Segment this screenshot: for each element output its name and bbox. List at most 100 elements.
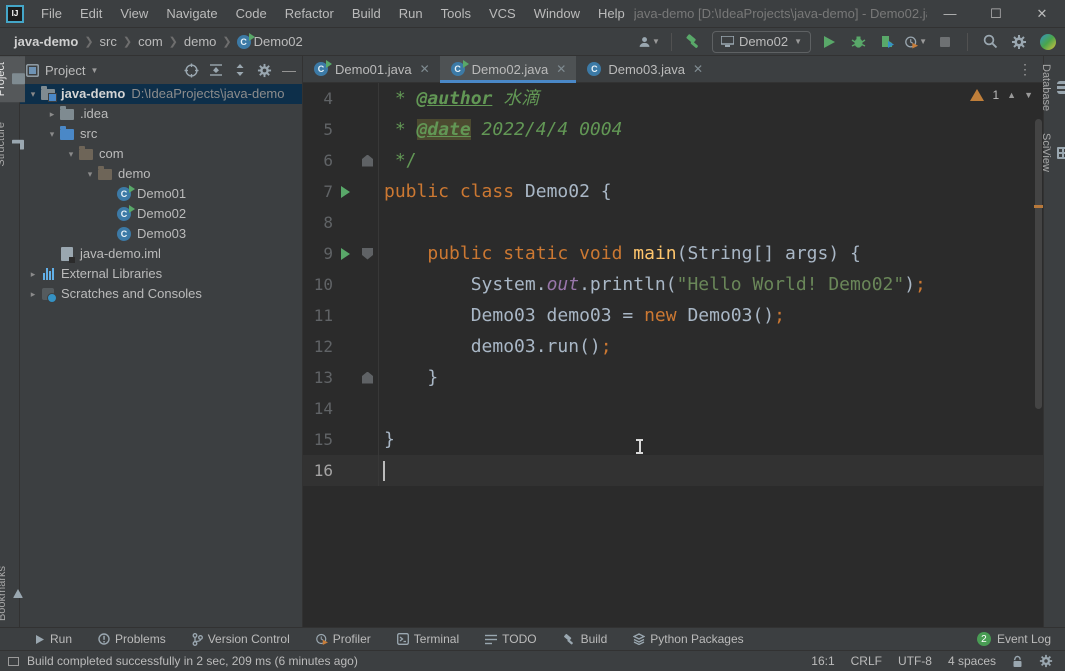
breadcrumb-item-java-demo[interactable]: java-demo	[12, 34, 80, 49]
toolwindow-build[interactable]: Build	[563, 632, 608, 646]
editor-scrollbar[interactable]	[1034, 83, 1043, 627]
menu-help[interactable]: Help	[589, 0, 634, 28]
menu-tools[interactable]: Tools	[432, 0, 480, 28]
fold-marker-icon[interactable]	[357, 238, 379, 269]
breadcrumb-item-demo[interactable]: demo	[182, 34, 219, 49]
close-button[interactable]: ✕	[1019, 0, 1065, 28]
chevron-expanded-icon[interactable]: ▾	[26, 84, 40, 104]
tree-item-demo03[interactable]: CDemo03	[20, 224, 302, 244]
menu-code[interactable]: Code	[227, 0, 276, 28]
collapse-all-icon[interactable]	[233, 63, 247, 77]
menu-run[interactable]: Run	[390, 0, 432, 28]
chevron-collapsed-icon[interactable]: ▸	[26, 284, 40, 304]
breadcrumb-item-src[interactable]: src	[98, 34, 119, 49]
tab-demo01-java[interactable]: CDemo01.java✕	[303, 56, 440, 82]
tree-item-demo02[interactable]: CDemo02	[20, 204, 302, 224]
toolwindow-terminal[interactable]: Terminal	[397, 632, 459, 646]
build-hammer-icon[interactable]	[683, 31, 705, 53]
code-line-14[interactable]: 14	[303, 393, 1043, 424]
menu-edit[interactable]: Edit	[71, 0, 111, 28]
line-ending[interactable]: CRLF	[851, 654, 882, 668]
file-encoding[interactable]: UTF-8	[898, 654, 932, 668]
toolwindow-version-control[interactable]: Version Control	[192, 632, 290, 646]
code-line-16[interactable]: 16	[303, 455, 1043, 486]
scrollbar-thumb[interactable]	[1035, 119, 1042, 409]
sidebar-item-project[interactable]: Project	[0, 56, 25, 102]
code-line-9[interactable]: 9 public static void main(String[] args)…	[303, 238, 1043, 269]
status-message[interactable]: Build completed successfully in 2 sec, 2…	[27, 654, 358, 668]
run-button[interactable]	[818, 31, 840, 53]
chevron-expanded-icon[interactable]: ▾	[45, 124, 59, 144]
minimize-button[interactable]: —	[927, 0, 973, 28]
debug-button[interactable]	[847, 31, 869, 53]
code-line-10[interactable]: 10 System.out.println("Hello World! Demo…	[303, 269, 1043, 300]
code-line-7[interactable]: 7public class Demo02 {	[303, 176, 1043, 207]
fold-marker-icon[interactable]	[357, 145, 379, 176]
run-configuration-select[interactable]: Demo02 ▼	[712, 31, 811, 53]
prev-problem-icon[interactable]: ▲	[1007, 90, 1016, 100]
hide-panel-icon[interactable]: —	[282, 62, 296, 78]
highlight-level-gear-icon[interactable]	[1039, 654, 1053, 668]
code-with-me-avatar-icon[interactable]	[1037, 31, 1059, 53]
locate-file-icon[interactable]	[184, 63, 199, 78]
toolwindow-profiler[interactable]: Profiler	[316, 632, 371, 646]
expand-all-icon[interactable]	[209, 63, 223, 77]
toolwindow-python-packages[interactable]: Python Packages	[633, 632, 743, 646]
toolwindow-problems[interactable]: Problems	[98, 632, 166, 646]
tree-item-com[interactable]: ▾com	[20, 144, 302, 164]
tree-item-src[interactable]: ▾src	[20, 124, 302, 144]
settings-gear-icon[interactable]	[1008, 31, 1030, 53]
tree-item-java-demo-iml[interactable]: java-demo.iml	[20, 244, 302, 264]
tree-item-demo[interactable]: ▾demo	[20, 164, 302, 184]
chevron-expanded-icon[interactable]: ▾	[83, 164, 97, 184]
tab-close-icon[interactable]: ✕	[693, 62, 703, 76]
next-problem-icon[interactable]: ▼	[1024, 90, 1033, 100]
profiler-button[interactable]: ▼	[905, 31, 927, 53]
menu-file[interactable]: File	[32, 0, 71, 28]
lock-icon[interactable]	[1012, 655, 1023, 668]
tab-options-icon[interactable]: ⋮	[1008, 56, 1043, 82]
chevron-collapsed-icon[interactable]: ▸	[26, 264, 40, 284]
chevron-expanded-icon[interactable]: ▾	[64, 144, 78, 164]
run-with-coverage-button[interactable]	[876, 31, 898, 53]
sidebar-item-structure[interactable]: Structure	[0, 116, 24, 173]
toolwindow-todo[interactable]: TODO	[485, 632, 536, 646]
sidebar-item-database[interactable]: Database	[1040, 58, 1065, 117]
indent-setting[interactable]: 4 spaces	[948, 654, 996, 668]
menu-navigate[interactable]: Navigate	[157, 0, 226, 28]
run-line-icon[interactable]	[333, 176, 357, 207]
tree-item--idea[interactable]: ▸.idea	[20, 104, 302, 124]
code-editor[interactable]: 4 * @author 水滴5 * @date 2022/4/4 00046 *…	[303, 83, 1043, 627]
sidebar-item-sciview[interactable]: SciView	[1040, 127, 1065, 178]
breadcrumb-item-com[interactable]: com	[136, 34, 165, 49]
menu-window[interactable]: Window	[525, 0, 589, 28]
warning-stripe-mark[interactable]	[1034, 205, 1043, 208]
code-line-4[interactable]: 4 * @author 水滴	[303, 83, 1043, 114]
code-line-5[interactable]: 5 * @date 2022/4/4 0004	[303, 114, 1043, 145]
toolwindow-run[interactable]: Run	[34, 632, 72, 646]
sidebar-item-bookmarks[interactable]: Bookmarks	[0, 560, 23, 627]
caret-position[interactable]: 16:1	[811, 654, 834, 668]
menu-refactor[interactable]: Refactor	[276, 0, 343, 28]
event-log-item[interactable]: 2 Event Log	[977, 632, 1065, 646]
code-line-13[interactable]: 13 }	[303, 362, 1043, 393]
fold-marker-icon[interactable]	[357, 362, 379, 393]
breadcrumb-item-demo02[interactable]: Demo02	[252, 34, 305, 49]
menu-build[interactable]: Build	[343, 0, 390, 28]
maximize-button[interactable]: ☐	[973, 0, 1019, 28]
code-line-8[interactable]: 8	[303, 207, 1043, 238]
user-icon[interactable]: ▼	[638, 31, 660, 53]
tab-close-icon[interactable]: ✕	[556, 62, 566, 76]
search-everywhere-icon[interactable]	[979, 31, 1001, 53]
tree-item-external-libraries[interactable]: ▸External Libraries	[20, 264, 302, 284]
menu-vcs[interactable]: VCS	[480, 0, 525, 28]
tree-item-demo01[interactable]: CDemo01	[20, 184, 302, 204]
code-line-11[interactable]: 11 Demo03 demo03 = new Demo03();	[303, 300, 1043, 331]
panel-settings-gear-icon[interactable]	[257, 63, 272, 78]
tab-close-icon[interactable]: ✕	[420, 62, 430, 76]
tab-demo02-java[interactable]: CDemo02.java✕	[440, 56, 577, 82]
toolwindow-toggle-icon[interactable]	[8, 657, 19, 666]
tree-item-scratches-and-consoles[interactable]: ▸Scratches and Consoles	[20, 284, 302, 304]
project-panel-title[interactable]: Project	[45, 63, 85, 78]
code-line-6[interactable]: 6 */	[303, 145, 1043, 176]
